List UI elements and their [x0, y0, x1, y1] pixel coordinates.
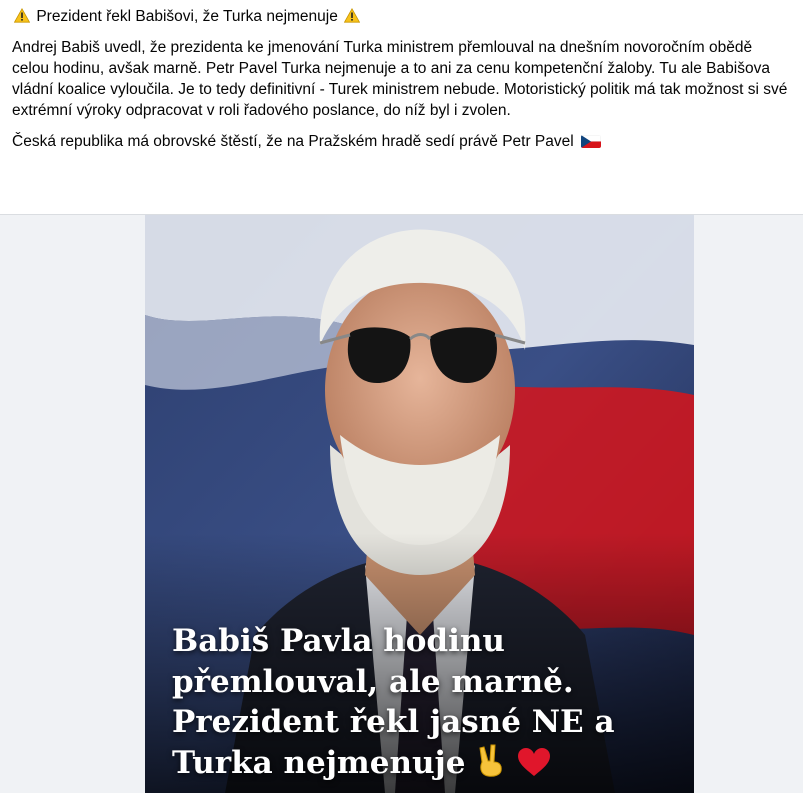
post-paragraph-2: Česká republika má obrovské štěstí, že n…: [12, 133, 574, 150]
red-heart-icon: [518, 747, 551, 776]
caption-line-2: přemlouval, ale marně.: [172, 663, 574, 700]
post-title: Prezident řekl Babišovi, že Turka nejmen…: [36, 8, 338, 25]
post-photo[interactable]: Babiš Pavla hodinu přemlouval, ale marně…: [145, 215, 694, 793]
post-media[interactable]: Babiš Pavla hodinu přemlouval, ale marně…: [0, 214, 803, 793]
czech-flag-icon: [581, 135, 602, 148]
photo-caption: Babiš Pavla hodinu přemlouval, ale marně…: [172, 621, 692, 783]
warning-icon: [344, 8, 361, 23]
post-paragraph-1: Andrej Babiš uvedl, že prezidenta ke jme…: [12, 39, 788, 119]
victory-hand-icon: [479, 744, 503, 777]
caption-line-4: Turka nejmenuje: [172, 744, 466, 781]
post-text: Prezident řekl Babišovi, že Turka nejmen…: [0, 0, 803, 214]
caption-line-1: Babiš Pavla hodinu: [172, 623, 505, 659]
caption-line-3: Prezident řekl jasné NE a: [172, 704, 615, 740]
caption-line-4-wrap: Turka nejmenuje: [172, 743, 692, 784]
post-title-line: Prezident řekl Babišovi, že Turka nejmen…: [12, 6, 791, 27]
post-paragraph-2-line: Česká republika má obrovské štěstí, že n…: [12, 131, 791, 152]
warning-icon: [14, 8, 30, 23]
